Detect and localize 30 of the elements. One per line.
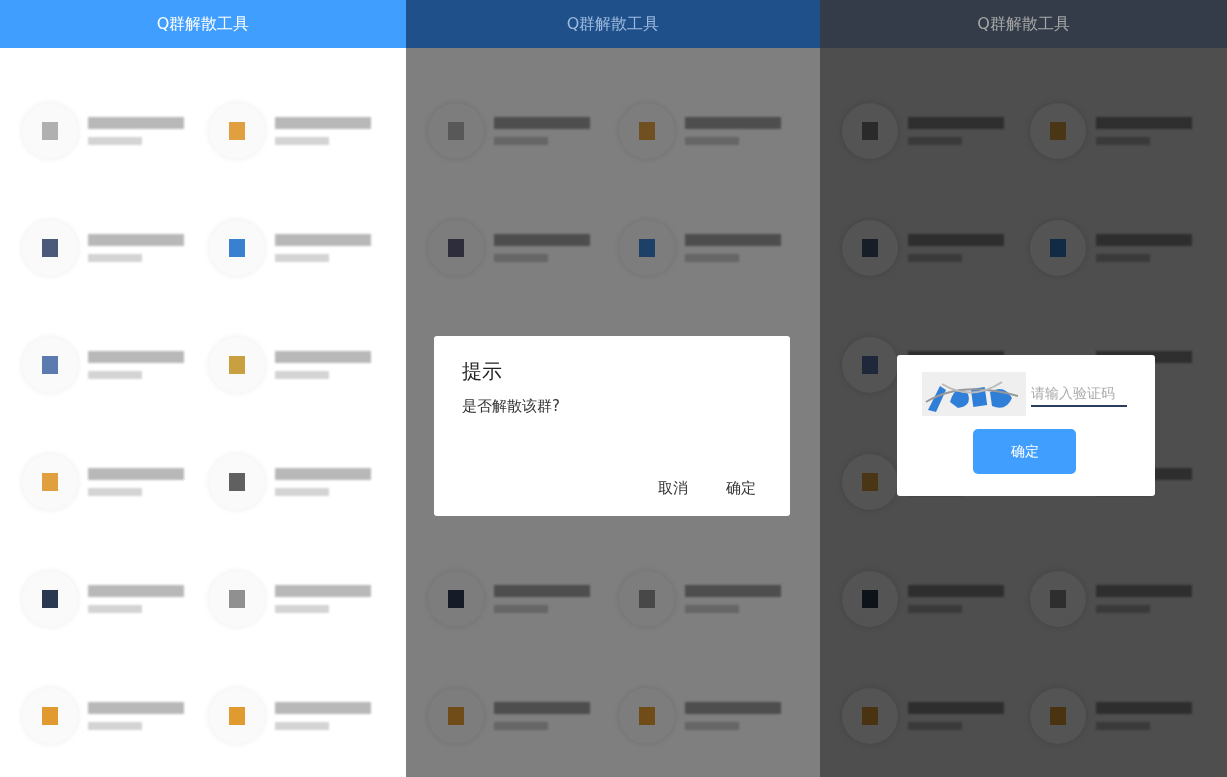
blurred-group-number bbox=[275, 487, 329, 496]
blurred-group-number bbox=[275, 721, 329, 730]
dialog-message: 是否解散该群? bbox=[462, 397, 561, 416]
blurred-group-number bbox=[88, 487, 142, 496]
blurred-group-number bbox=[275, 604, 329, 613]
blurred-group-number bbox=[88, 370, 142, 379]
app-title: Q群解散工具 bbox=[977, 13, 1070, 35]
group-avatar[interactable] bbox=[209, 453, 265, 510]
blurred-group-number bbox=[88, 136, 142, 145]
blurred-group-number bbox=[494, 721, 548, 730]
blurred-group-number bbox=[88, 253, 142, 262]
blurred-group-number bbox=[685, 721, 739, 730]
blurred-group-number bbox=[685, 253, 739, 262]
app-title: Q群解散工具 bbox=[566, 13, 660, 35]
dialog-button[interactable]: 取消 bbox=[646, 473, 700, 504]
blurred-group-number bbox=[275, 370, 329, 379]
group-avatar[interactable] bbox=[22, 219, 78, 276]
blurred-group-number bbox=[275, 136, 329, 145]
group-avatar[interactable] bbox=[22, 570, 78, 627]
blurred-group-number bbox=[88, 604, 142, 613]
app-title: Q群解散工具 bbox=[156, 13, 250, 35]
dialog-button[interactable]: 确定 bbox=[714, 473, 768, 504]
blurred-group-number bbox=[685, 604, 739, 613]
blurred-group-number bbox=[275, 253, 329, 262]
blurred-group-number bbox=[685, 136, 739, 145]
blurred-group-number bbox=[494, 136, 548, 145]
blurred-group-number bbox=[494, 604, 548, 613]
dialog-title: 提示 bbox=[462, 358, 503, 385]
blurred-group-number bbox=[88, 721, 142, 730]
blurred-group-number bbox=[494, 253, 548, 262]
